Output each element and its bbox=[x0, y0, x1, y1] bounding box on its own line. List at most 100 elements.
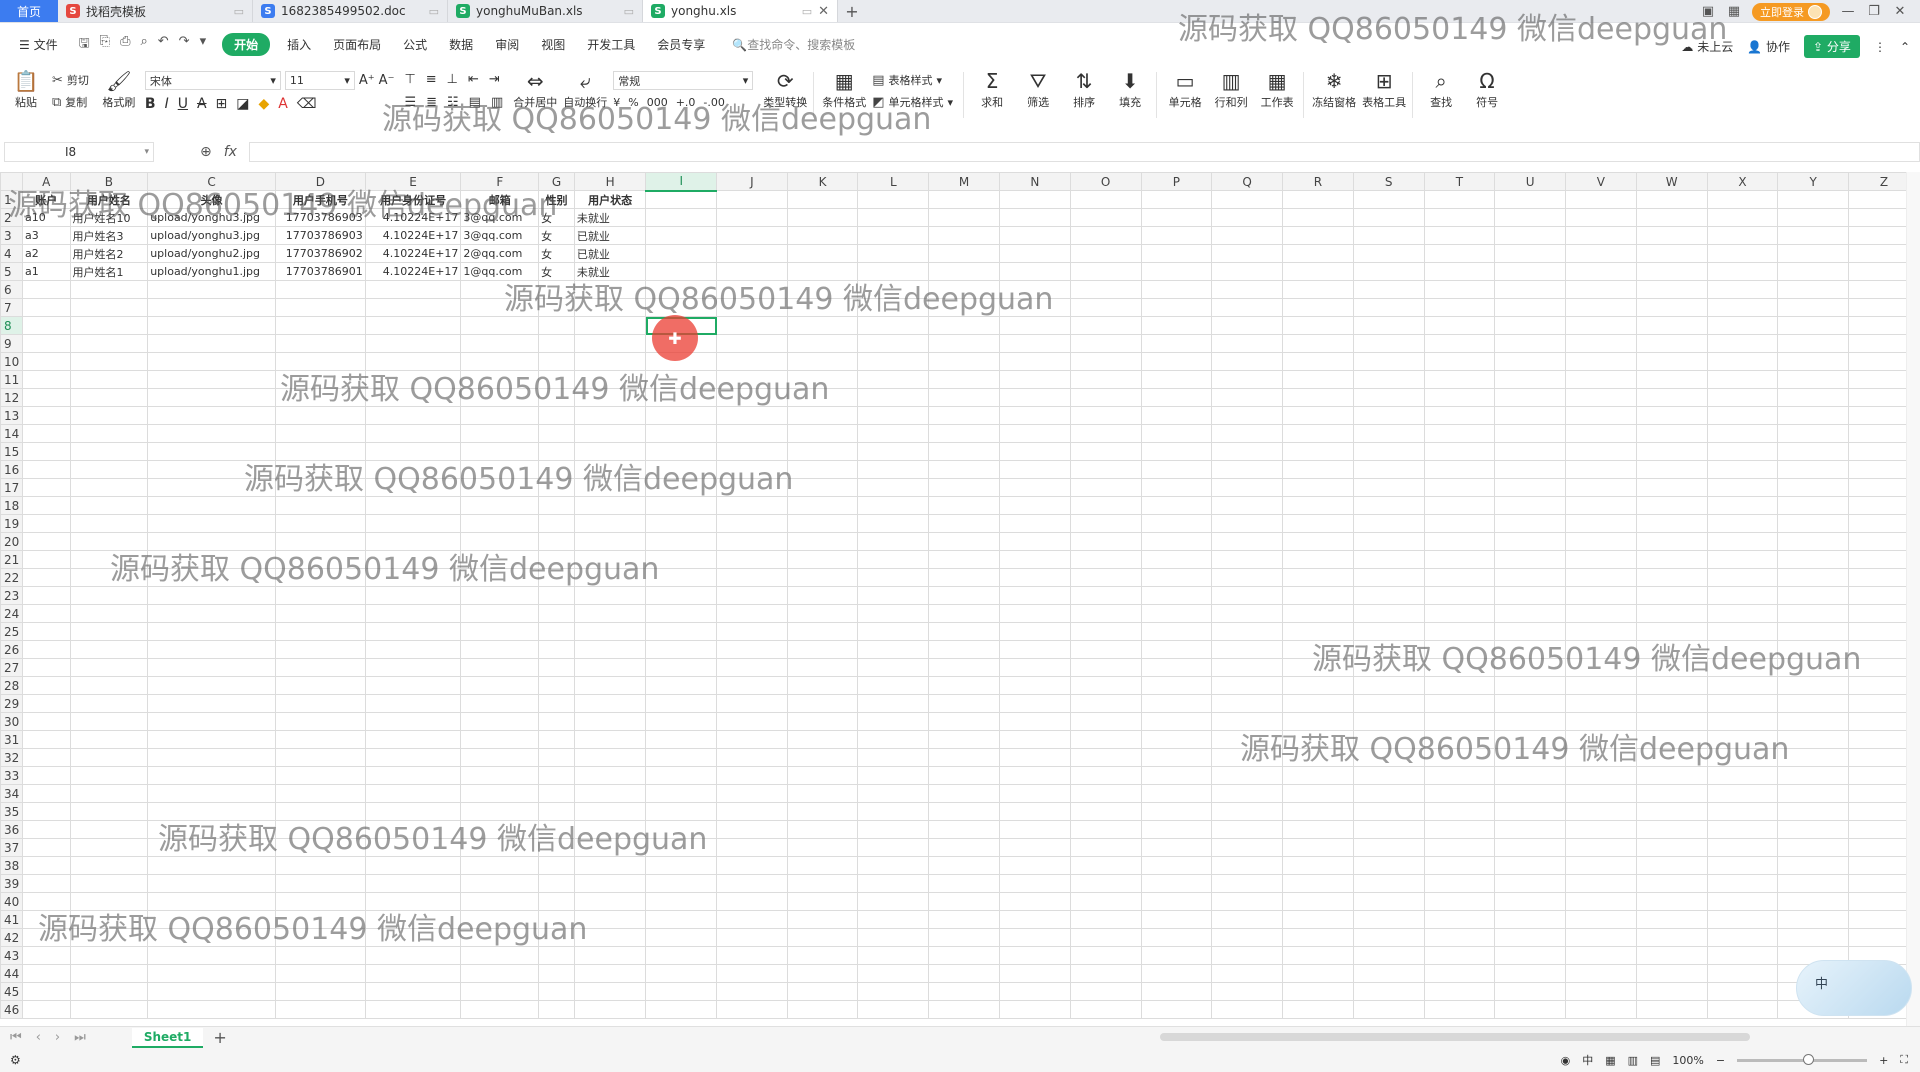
cell[interactable] bbox=[1140, 316, 1213, 335]
cell[interactable] bbox=[1069, 316, 1142, 335]
file-menu[interactable]: ☰ 文件 bbox=[8, 36, 69, 53]
cell[interactable] bbox=[716, 946, 788, 965]
cell[interactable] bbox=[460, 298, 540, 317]
cell[interactable] bbox=[1706, 604, 1779, 623]
cell[interactable] bbox=[1494, 748, 1567, 767]
cell[interactable] bbox=[1777, 388, 1850, 407]
home-tab[interactable]: 首页 bbox=[0, 0, 58, 22]
zoom-knob[interactable] bbox=[1803, 1053, 1815, 1065]
cell[interactable] bbox=[21, 964, 71, 983]
cell[interactable]: 未就业 bbox=[573, 208, 647, 227]
cell[interactable] bbox=[645, 496, 718, 515]
cell[interactable] bbox=[1282, 874, 1354, 893]
cell[interactable] bbox=[928, 316, 1000, 335]
menu-tab[interactable]: 页面布局 bbox=[322, 36, 392, 53]
cell[interactable] bbox=[573, 352, 647, 371]
cell[interactable] bbox=[645, 694, 718, 713]
cell[interactable] bbox=[364, 496, 462, 515]
cell[interactable] bbox=[1423, 838, 1496, 857]
cell[interactable] bbox=[645, 838, 718, 857]
column-header[interactable]: K bbox=[786, 172, 859, 191]
cell[interactable] bbox=[857, 982, 930, 1001]
cell[interactable] bbox=[1069, 550, 1142, 569]
cell[interactable] bbox=[274, 766, 366, 785]
cell[interactable] bbox=[1352, 550, 1425, 569]
cell[interactable] bbox=[1069, 784, 1142, 803]
cell[interactable] bbox=[998, 676, 1071, 695]
cell[interactable] bbox=[573, 856, 647, 875]
cell[interactable] bbox=[998, 442, 1071, 461]
close-window-icon[interactable]: ✕ bbox=[1892, 4, 1908, 19]
cell[interactable] bbox=[460, 442, 540, 461]
cell[interactable] bbox=[786, 370, 859, 389]
cell[interactable] bbox=[1069, 820, 1142, 839]
cell[interactable] bbox=[1494, 694, 1567, 713]
cell[interactable] bbox=[21, 478, 71, 497]
cell[interactable] bbox=[1140, 388, 1213, 407]
font-color-icon[interactable]: A bbox=[278, 96, 288, 112]
cell[interactable] bbox=[928, 604, 1000, 623]
cell[interactable] bbox=[1211, 424, 1284, 443]
cell[interactable] bbox=[21, 802, 71, 821]
cell[interactable] bbox=[857, 964, 930, 983]
add-sheet-button[interactable]: + bbox=[213, 1028, 226, 1047]
cell[interactable] bbox=[1352, 856, 1425, 875]
cell[interactable] bbox=[1706, 676, 1779, 695]
cell[interactable] bbox=[645, 604, 718, 623]
cell[interactable]: 用户姓名3 bbox=[69, 226, 149, 245]
cell[interactable] bbox=[716, 838, 788, 857]
cell[interactable] bbox=[69, 604, 149, 623]
cell[interactable] bbox=[998, 910, 1071, 929]
cell[interactable] bbox=[716, 658, 788, 677]
cell[interactable] bbox=[69, 298, 149, 317]
cell[interactable] bbox=[1069, 694, 1142, 713]
cell[interactable] bbox=[1706, 298, 1779, 317]
cell[interactable] bbox=[1352, 190, 1425, 209]
cell[interactable] bbox=[1140, 622, 1213, 641]
cell[interactable] bbox=[147, 964, 276, 983]
cell[interactable] bbox=[1706, 316, 1779, 335]
cell[interactable] bbox=[1140, 244, 1213, 263]
cell[interactable] bbox=[857, 478, 930, 497]
cell[interactable] bbox=[1635, 730, 1708, 749]
cell[interactable] bbox=[716, 964, 788, 983]
formula-input[interactable] bbox=[248, 142, 1920, 162]
cell[interactable] bbox=[1635, 280, 1708, 299]
pin-icon[interactable]: ▭ bbox=[234, 5, 244, 18]
cell[interactable] bbox=[274, 676, 366, 695]
cell[interactable] bbox=[857, 856, 930, 875]
column-header[interactable]: F bbox=[460, 172, 540, 191]
cell[interactable] bbox=[1282, 352, 1354, 371]
cell[interactable] bbox=[1706, 856, 1779, 875]
cell[interactable] bbox=[1423, 532, 1496, 551]
decrease-decimal-icon[interactable]: -.00 bbox=[703, 96, 724, 109]
cell[interactable] bbox=[998, 568, 1071, 587]
zoom-level[interactable]: 100% bbox=[1672, 1054, 1703, 1067]
cell[interactable] bbox=[1706, 838, 1779, 857]
column-header[interactable]: V bbox=[1565, 172, 1637, 191]
cell[interactable] bbox=[1282, 532, 1354, 551]
cell[interactable] bbox=[21, 748, 71, 767]
cell[interactable] bbox=[460, 334, 540, 353]
cell[interactable] bbox=[1423, 460, 1496, 479]
cell[interactable] bbox=[1211, 370, 1284, 389]
cell[interactable] bbox=[1706, 658, 1779, 677]
cell[interactable] bbox=[1565, 1000, 1637, 1019]
cell[interactable] bbox=[147, 874, 276, 893]
cell[interactable] bbox=[716, 892, 788, 911]
cell[interactable] bbox=[460, 856, 540, 875]
cell[interactable]: 女 bbox=[538, 226, 575, 245]
cell[interactable] bbox=[1706, 550, 1779, 569]
cell[interactable] bbox=[1423, 946, 1496, 965]
cell[interactable] bbox=[69, 532, 149, 551]
cell[interactable] bbox=[1069, 244, 1142, 263]
cell[interactable] bbox=[1352, 334, 1425, 353]
row-header[interactable]: 17 bbox=[0, 478, 23, 497]
cell[interactable] bbox=[1282, 766, 1354, 785]
cell[interactable]: 17703786902 bbox=[274, 244, 366, 263]
cell[interactable] bbox=[786, 694, 859, 713]
cell[interactable] bbox=[538, 406, 575, 425]
cell[interactable] bbox=[538, 442, 575, 461]
cell[interactable] bbox=[1423, 874, 1496, 893]
cell[interactable] bbox=[274, 874, 366, 893]
